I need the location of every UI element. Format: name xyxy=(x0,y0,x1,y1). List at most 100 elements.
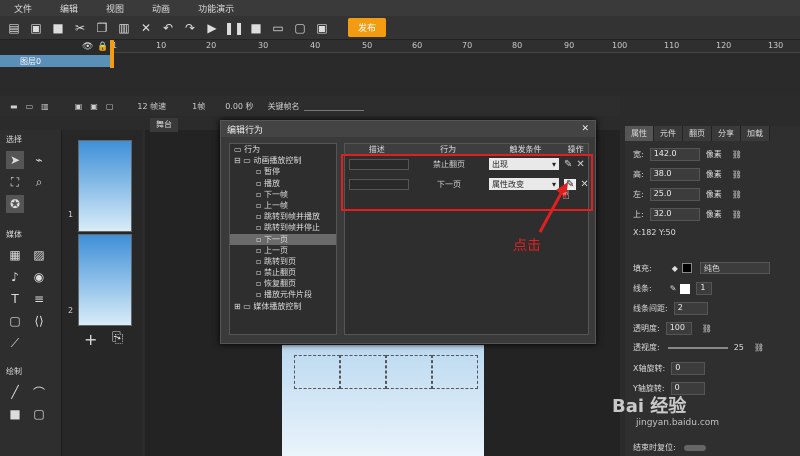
link-icon[interactable]: ⛓ xyxy=(732,190,742,199)
lasso-icon[interactable]: ⌁ xyxy=(30,151,48,169)
trash-icon[interactable]: ▥ xyxy=(41,102,49,111)
visibility-slider[interactable] xyxy=(667,346,728,349)
timeline-ruler[interactable]: 1 10 20 30 40 50 60 70 80 90 100 110 120… xyxy=(112,40,800,53)
keyframe-name-input[interactable] xyxy=(303,102,364,111)
hotspot-box[interactable] xyxy=(386,355,432,389)
tab-stage[interactable]: 舞台 xyxy=(150,118,178,132)
screen-icon[interactable]: ▢ xyxy=(292,20,308,36)
stop-icon[interactable]: ■ xyxy=(248,20,264,36)
add-layer-icon[interactable]: ▬ xyxy=(10,102,18,111)
eye-icon[interactable]: 👁 xyxy=(82,42,93,52)
page-thumbnail-1[interactable] xyxy=(78,140,132,232)
close-icon[interactable]: ✕ xyxy=(581,124,589,134)
rounded-rect-icon[interactable]: ▢ xyxy=(30,405,48,423)
symbol-icon[interactable]: ✪ xyxy=(6,195,24,213)
stroke-color[interactable] xyxy=(680,283,691,294)
tree-item[interactable]: ▫ 暂停 xyxy=(230,166,336,177)
tab-load[interactable]: 加载 xyxy=(741,126,770,141)
transform-icon[interactable]: ⛶ xyxy=(6,173,24,191)
opacity-field[interactable]: 100 xyxy=(665,322,692,335)
pause-icon[interactable]: ❚❚ xyxy=(224,20,244,36)
arrow-icon[interactable]: ➤ xyxy=(6,151,24,169)
left-field[interactable]: 25.0 xyxy=(649,188,700,201)
fill-color[interactable] xyxy=(681,263,692,273)
stroke-width-field[interactable]: 1 xyxy=(696,282,713,295)
pen-icon[interactable]: ✎ xyxy=(670,284,677,293)
lock-icon[interactable]: 🔒 xyxy=(97,42,108,52)
tree-item-selected[interactable]: ▫ 下一页 xyxy=(230,233,336,245)
tree-item[interactable]: ▫ 播放元件片段 xyxy=(230,289,336,300)
insert-page-icon[interactable]: ⎘ xyxy=(112,330,123,346)
image-icon[interactable]: ▨ xyxy=(30,246,48,264)
grid-icon[interactable]: ▦ xyxy=(6,246,24,264)
window-icon[interactable]: ▣ xyxy=(314,20,330,36)
widget-icon[interactable]: ▢ xyxy=(6,312,24,330)
tree-item[interactable]: ▭ 行为 xyxy=(230,144,336,155)
link-icon[interactable]: ⛓ xyxy=(732,150,742,159)
hotspot-box[interactable] xyxy=(340,355,386,389)
tree-item[interactable]: ▫ 上一帧 xyxy=(230,200,336,211)
tree-item[interactable]: ▫ 跳转到帧并播放 xyxy=(230,211,336,222)
width-field[interactable]: 142.0 xyxy=(649,148,700,161)
paragraph-icon[interactable]: ≡ xyxy=(30,290,48,308)
video-icon[interactable]: ◉ xyxy=(30,268,48,286)
redo-icon[interactable]: ↷ xyxy=(182,20,198,36)
fill-type-select[interactable]: 纯色 xyxy=(699,262,770,274)
curve-icon[interactable]: ⌒ xyxy=(30,383,48,401)
menu-file[interactable]: 文件 xyxy=(14,2,32,15)
frame-icon[interactable]: ▣ xyxy=(75,102,83,111)
open-icon[interactable]: ▣ xyxy=(28,20,44,36)
audio-icon[interactable]: ♪ xyxy=(6,268,24,286)
menu-demo[interactable]: 功能演示 xyxy=(198,2,234,15)
tree-item[interactable]: ▫ 禁止翻页 xyxy=(230,267,336,278)
play-icon[interactable]: ▶ xyxy=(204,20,220,36)
tree-item[interactable]: ▫ 播放 xyxy=(230,178,336,189)
code-icon[interactable]: ⟨⟩ xyxy=(30,312,48,330)
tab-pageflip[interactable]: 翻页 xyxy=(683,126,712,141)
cut-icon[interactable]: ✂ xyxy=(72,20,88,36)
tree-item[interactable]: ▫ 恢复翻页 xyxy=(230,278,336,289)
undo-icon[interactable]: ↶ xyxy=(160,20,176,36)
keyframe-icon[interactable]: ▣ xyxy=(90,102,98,111)
tree-item[interactable]: ▫ 上一页 xyxy=(230,245,336,256)
line-icon[interactable]: ╱ xyxy=(6,383,24,401)
hotspot-box[interactable] xyxy=(432,355,478,389)
blank-frame-icon[interactable]: ▢ xyxy=(106,102,114,111)
zoom-icon[interactable]: ⌕ xyxy=(30,173,48,191)
hotspot-box[interactable] xyxy=(294,355,340,389)
link-icon[interactable]: ⛓ xyxy=(732,170,742,179)
preview-icon[interactable]: ▭ xyxy=(270,20,286,36)
height-field[interactable]: 38.0 xyxy=(649,168,700,181)
delete-icon[interactable]: ✕ xyxy=(138,20,154,36)
save-icon[interactable]: ■ xyxy=(50,20,66,36)
spacing-field[interactable]: 2 xyxy=(673,302,708,315)
stage-canvas[interactable] xyxy=(282,345,484,456)
layer-row[interactable]: 图层0 xyxy=(0,55,112,67)
page-thumbnail-2[interactable] xyxy=(78,234,132,326)
tree-item[interactable]: ▫ 跳转到帧并停止 xyxy=(230,222,336,233)
tab-share[interactable]: 分享 xyxy=(712,126,741,141)
reset-toggle[interactable] xyxy=(683,444,706,451)
fill-icon[interactable]: ◆ xyxy=(672,264,678,273)
tab-symbol[interactable]: 元件 xyxy=(654,126,683,141)
paste-icon[interactable]: ▥ xyxy=(116,20,132,36)
chart-icon[interactable]: ⟋ xyxy=(6,334,24,352)
tree-item[interactable]: ▫ 下一帧 xyxy=(230,189,336,200)
xrot-field[interactable]: 0 xyxy=(671,362,706,375)
tab-properties[interactable]: 属性 xyxy=(625,126,654,141)
copy-icon[interactable]: ❐ xyxy=(94,20,110,36)
text-icon[interactable]: T xyxy=(6,290,24,308)
new-icon[interactable]: ▤ xyxy=(6,20,22,36)
link-icon[interactable]: ⛓ xyxy=(702,324,712,333)
link-icon[interactable]: ⛓ xyxy=(732,210,742,219)
rect-icon[interactable]: ■ xyxy=(6,405,24,423)
publish-button[interactable]: 发布 xyxy=(348,18,387,37)
top-field[interactable]: 32.0 xyxy=(649,208,700,221)
link-icon[interactable]: ⛓ xyxy=(754,343,764,352)
folder-icon[interactable]: ▭ xyxy=(26,102,34,111)
menu-edit[interactable]: 编辑 xyxy=(60,2,78,15)
tree-item[interactable]: ▫ 跳转到页 xyxy=(230,256,336,267)
add-page-icon[interactable]: + xyxy=(84,330,97,349)
playhead[interactable] xyxy=(110,40,114,68)
tree-item[interactable]: ⊞ ▭ 媒体播放控制 xyxy=(230,301,336,312)
